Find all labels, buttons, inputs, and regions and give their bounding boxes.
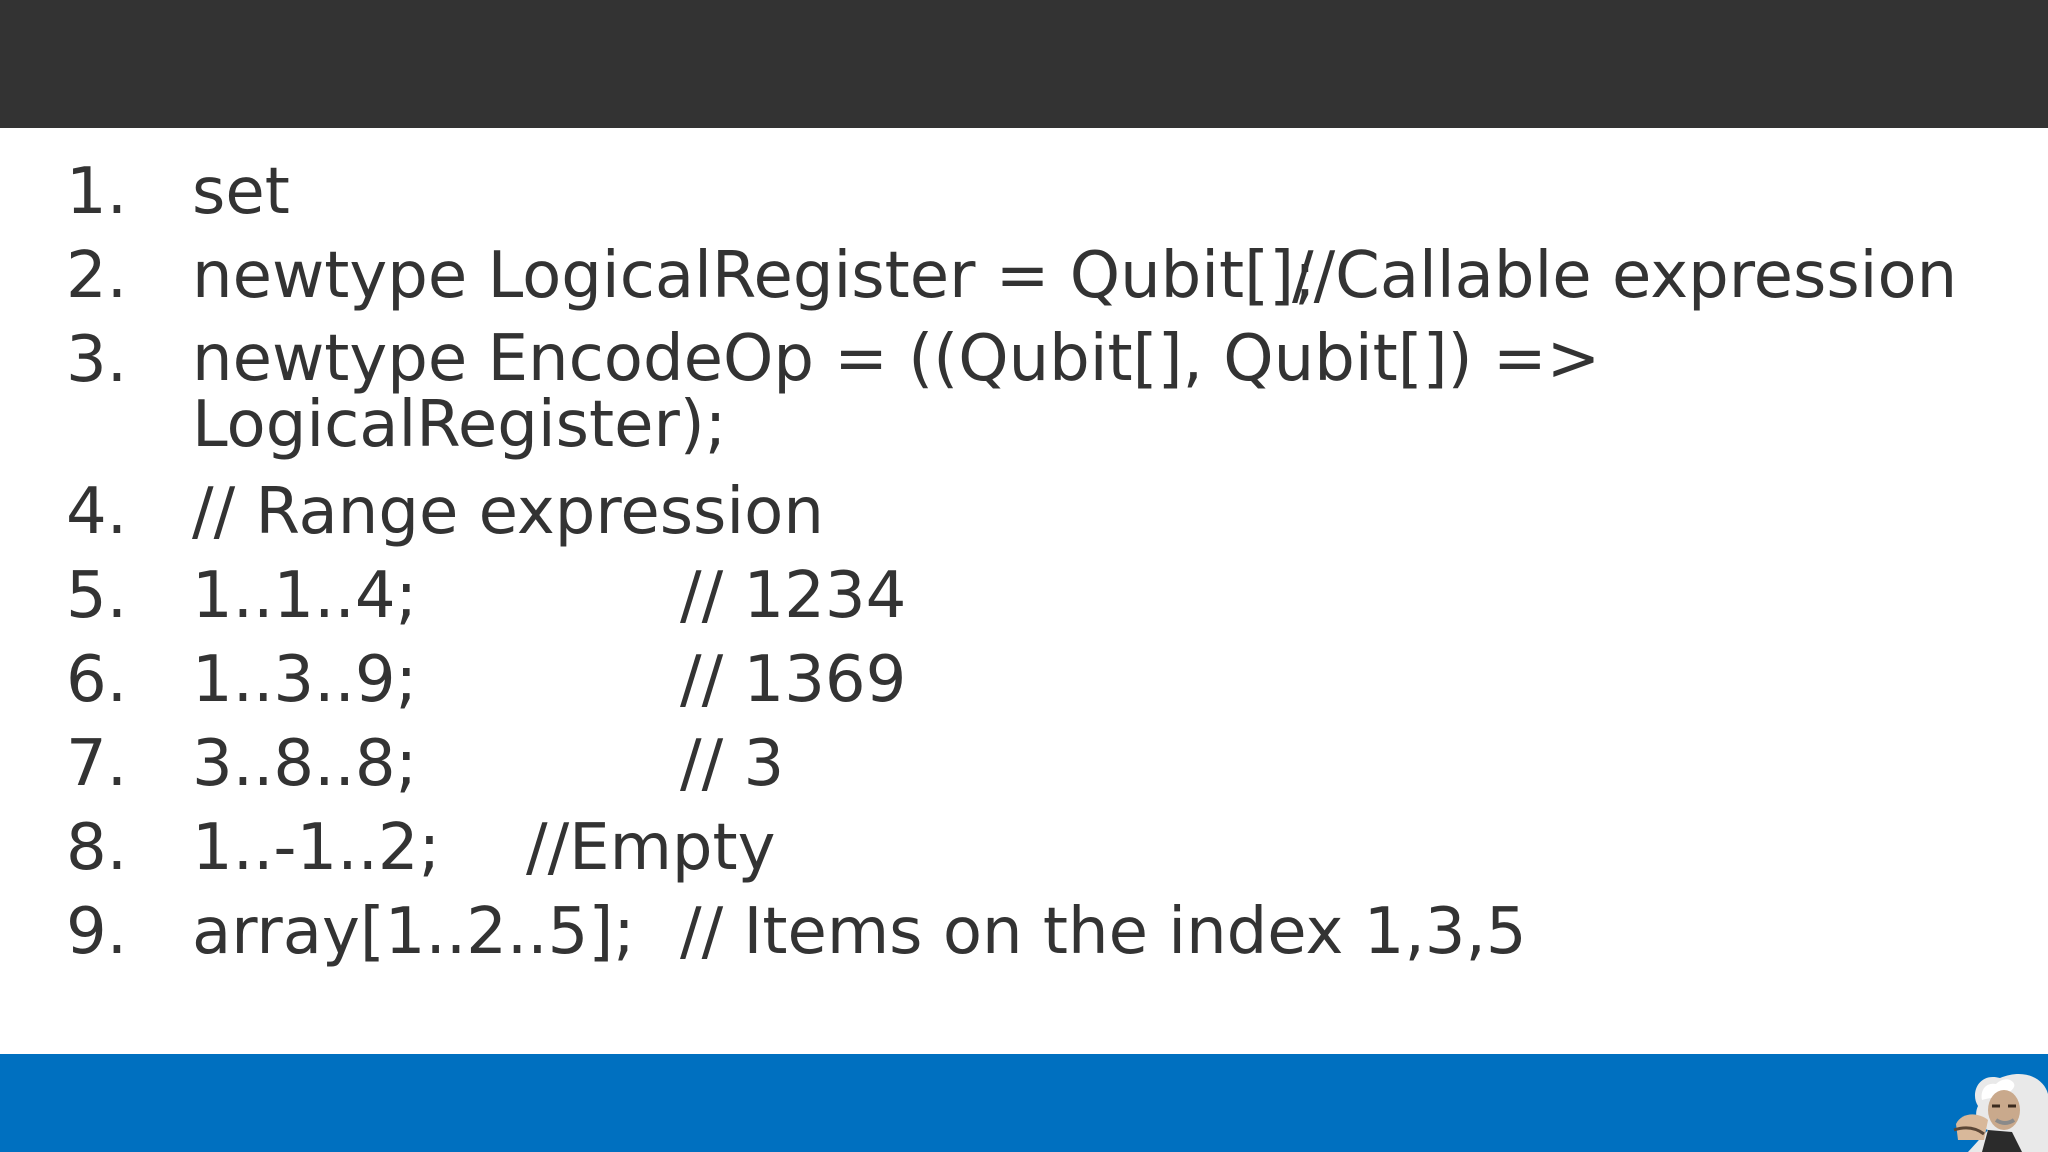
item-number: 5.	[66, 559, 128, 633]
item-comment: //Empty	[526, 811, 776, 885]
item-number: 8.	[66, 811, 128, 885]
item-code: newtype EncodeOp = ((Qubit[], Qubit[]) =…	[192, 322, 1601, 462]
item-number: 3.	[66, 323, 128, 397]
slide-content: 1. set 2. newtype LogicalRegister = Qubi…	[0, 128, 2048, 1054]
item-code: 1..3..9;	[192, 643, 418, 717]
item-number: 4.	[66, 475, 128, 549]
item-number: 9.	[66, 895, 128, 969]
item-comment: // 1369	[680, 643, 907, 717]
item-comment: // 3	[680, 727, 785, 801]
item-code: newtype LogicalRegister = Qubit[];	[192, 239, 1316, 313]
item-code: 1..-1..2;	[192, 811, 441, 885]
item-number: 1.	[66, 155, 128, 229]
item-comment: // 1234	[680, 559, 907, 633]
item-code: // Range expression	[192, 475, 824, 549]
item-code: set	[192, 155, 290, 229]
item-number: 2.	[66, 239, 128, 313]
item-code: array[1..2..5];	[192, 895, 635, 969]
item-comment: // Items on the index 1,3,5	[680, 895, 1527, 969]
einstein-portrait-image	[1948, 1054, 2048, 1152]
item-comment: //Callable expression	[1292, 239, 1958, 313]
item-number: 6.	[66, 643, 128, 717]
footer-bar	[0, 1054, 2048, 1152]
item-number: 7.	[66, 727, 128, 801]
item-code: 3..8..8;	[192, 727, 418, 801]
item-code: 1..1..4;	[192, 559, 418, 633]
title-bar	[0, 0, 2048, 128]
